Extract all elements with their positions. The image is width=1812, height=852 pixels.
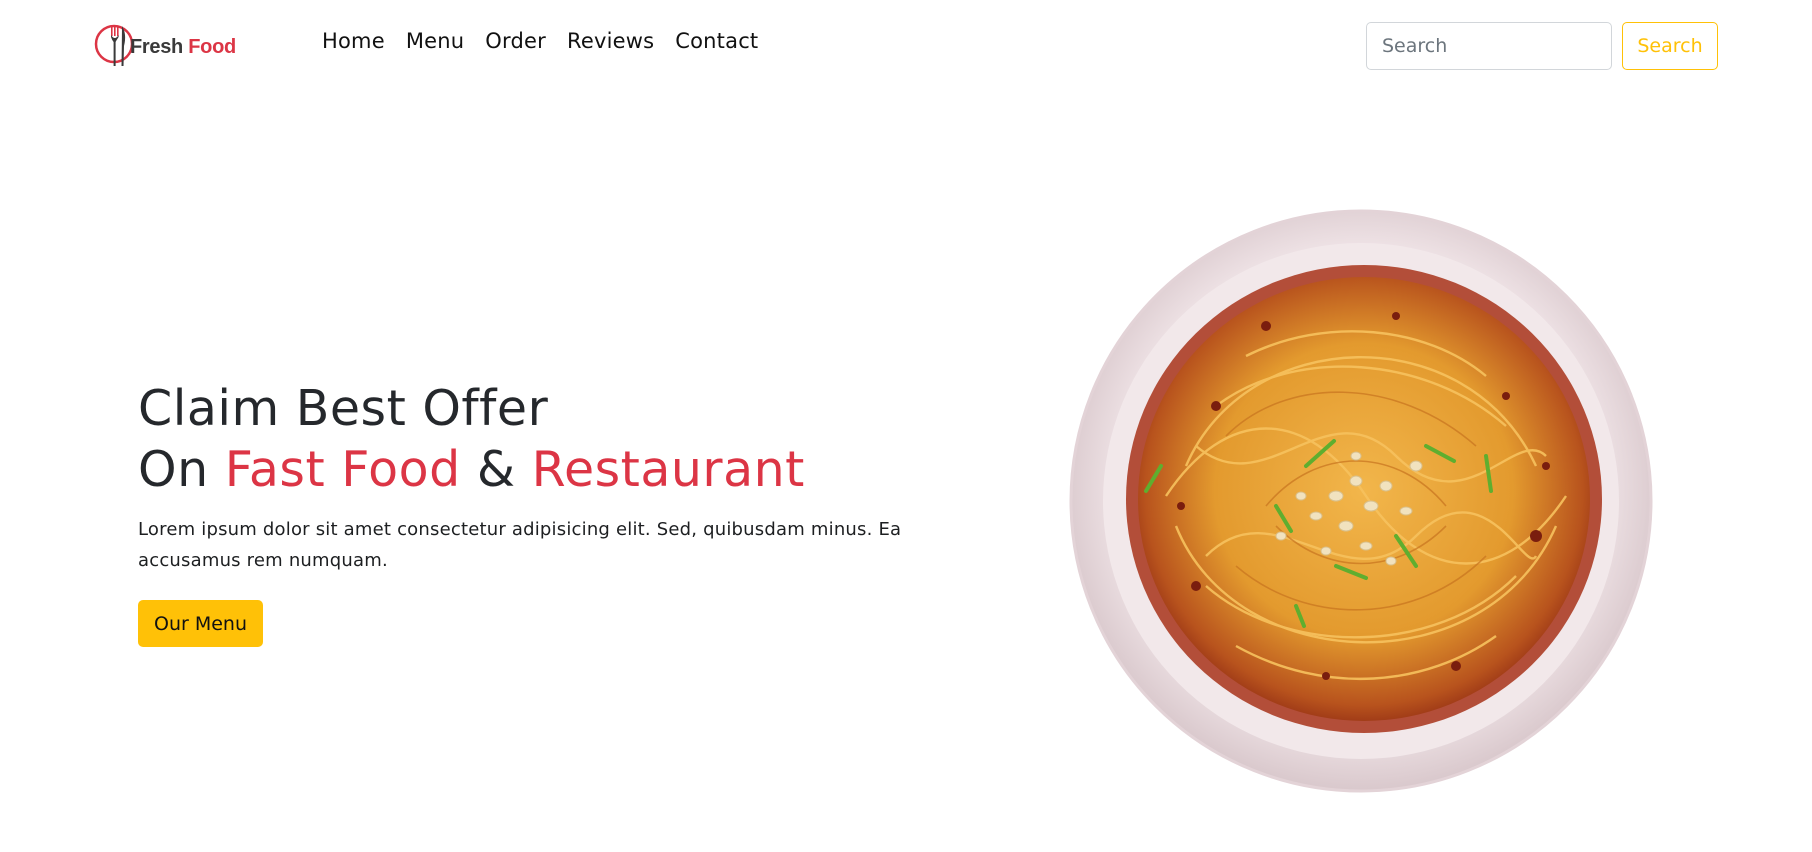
nav-item: Contact [675,29,758,53]
search-form: Search [1366,22,1718,70]
hero-title-line1: Claim Best Offer [138,380,549,437]
search-button[interactable]: Search [1622,22,1718,70]
brand-word-fresh: Fresh [130,36,183,58]
noodle-bowl-image [1069,209,1653,793]
navbar: Fresh Food Home Menu Order Reviews Conta… [0,0,1812,90]
nav-item: Order [485,29,546,53]
nav-link-contact[interactable]: Contact [675,29,758,53]
nav-item: Reviews [567,29,654,53]
hero-title-on: On [138,441,209,498]
nav-item: Home [322,29,385,53]
hero-title: Claim Best Offer On Fast Food & Restaura… [138,378,938,500]
brand-link[interactable]: Fresh Food [92,16,252,78]
nav-item: Menu [406,29,464,53]
search-input[interactable] [1366,22,1612,70]
hero-section: Claim Best Offer On Fast Food & Restaura… [138,378,938,647]
hero-title-amp: & [476,441,516,498]
nav-link-reviews[interactable]: Reviews [567,29,654,53]
hero-title-fast-food: Fast Food [224,441,461,498]
hero-description: Lorem ipsum dolor sit amet consectetur a… [138,519,902,571]
brand-word-food: Food [188,36,236,58]
hero-title-restaurant: Restaurant [531,441,805,498]
nav-link-order[interactable]: Order [485,29,546,53]
brand-name: Fresh Food [130,36,236,59]
nav-link-home[interactable]: Home [322,29,385,53]
nav-link-menu[interactable]: Menu [406,29,464,53]
our-menu-button[interactable]: Our Menu [138,600,264,647]
nav-links: Home Menu Order Reviews Contact [322,29,758,53]
